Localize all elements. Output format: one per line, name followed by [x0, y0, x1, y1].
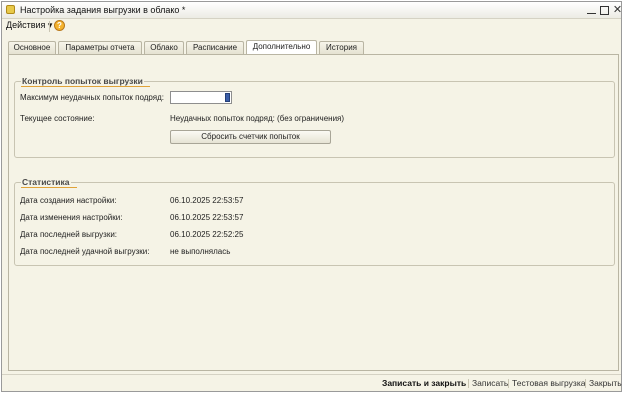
created-date-label: Дата создания настройки: [20, 196, 117, 205]
max-attempts-label: Максимум неудачных попыток подряд: [20, 93, 164, 102]
app-icon [6, 5, 15, 14]
last-upload-value: 06.10.2025 22:52:25 [170, 230, 244, 239]
retry-control-group: Контроль попыток выгрузки Максимум неуда… [14, 76, 615, 158]
menu-separator [49, 21, 50, 32]
close-button[interactable]: Закрыть [589, 378, 622, 388]
tab-report-params[interactable]: Параметры отчета [58, 41, 142, 54]
settings-window: Настройка задания выгрузки в облако * ✕ … [1, 1, 622, 392]
modified-date-label: Дата изменения настройки: [20, 213, 123, 222]
footer-separator [468, 379, 469, 388]
tab-panel-additional: Контроль попыток выгрузки Максимум неуда… [8, 54, 619, 371]
menu-bar: Действия ▾ ? [2, 19, 621, 34]
tab-schedule[interactable]: Расписание [186, 41, 244, 54]
spin-buttons[interactable] [225, 93, 230, 102]
minimize-button[interactable] [586, 5, 597, 15]
tab-cloud[interactable]: Облако [144, 41, 184, 54]
statistics-group: Статистика Дата создания настройки: 06.1… [14, 177, 615, 266]
last-upload-label: Дата последней выгрузки: [20, 230, 118, 239]
statistics-title: Статистика [21, 177, 76, 188]
actions-menu[interactable]: Действия ▾ [6, 20, 52, 31]
help-icon[interactable]: ? [54, 20, 65, 31]
current-state-label: Текущее состояние: [20, 114, 95, 123]
footer-separator [508, 379, 509, 388]
max-attempts-field[interactable] [170, 91, 232, 104]
title-bar: Настройка задания выгрузки в облако * ✕ [2, 2, 623, 19]
close-window-button[interactable]: ✕ [612, 5, 623, 16]
tab-additional[interactable]: Дополнительно [246, 40, 317, 54]
footer-bar: Записать и закрыть Записать Тестовая выг… [2, 374, 622, 391]
save-button[interactable]: Записать [472, 378, 508, 388]
tab-history[interactable]: История [319, 41, 364, 54]
reset-attempts-button[interactable]: Сбросить счетчик попыток [170, 130, 331, 144]
last-success-value: не выполнялась [170, 247, 231, 256]
retry-control-title: Контроль попыток выгрузки [21, 76, 150, 87]
current-state-value: Неудачных попыток подряд: (без ограничен… [170, 114, 345, 123]
last-success-label: Дата последней удачной выгрузки: [20, 247, 150, 256]
test-upload-button[interactable]: Тестовая выгрузка [512, 378, 585, 388]
created-date-value: 06.10.2025 22:53:57 [170, 196, 244, 205]
window-title: Настройка задания выгрузки в облако * [20, 5, 186, 15]
footer-separator [585, 379, 586, 388]
tab-main[interactable]: Основное [8, 41, 56, 54]
maximize-button[interactable] [600, 6, 609, 15]
modified-date-value: 06.10.2025 22:53:57 [170, 213, 244, 222]
save-and-close-button[interactable]: Записать и закрыть [382, 378, 466, 388]
